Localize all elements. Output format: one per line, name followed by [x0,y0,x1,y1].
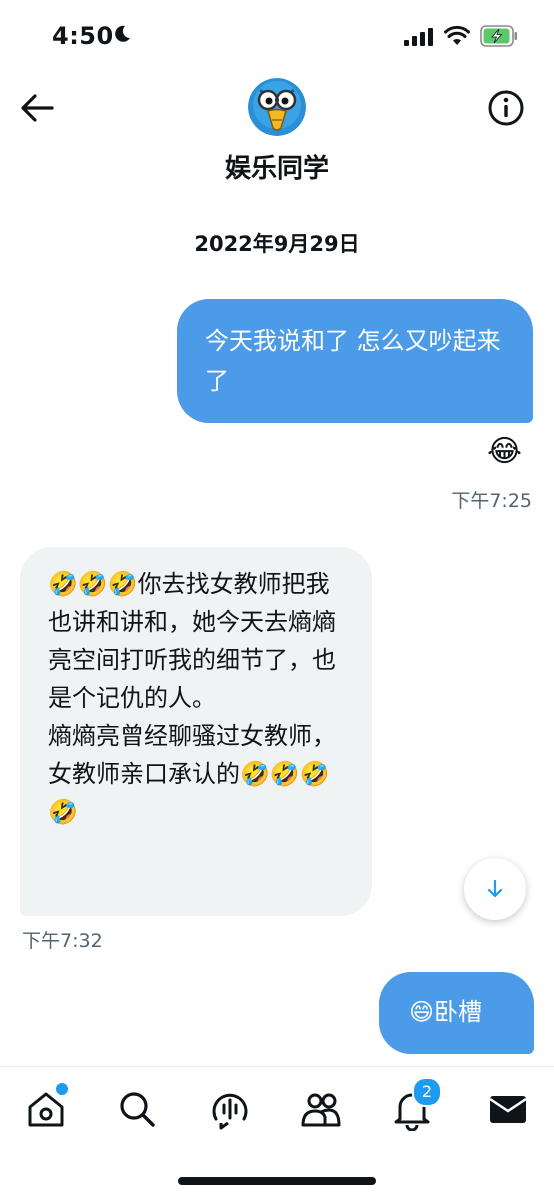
date-separator: 2022年9月29日 [194,232,360,256]
info-icon[interactable] [486,88,526,128]
battery-icon [480,25,517,47]
status-bar: 4:50 [0,0,554,70]
conversation-title: 娱乐同学 [224,154,329,184]
cellular-signal-icon [404,28,433,46]
mail-icon [489,1096,527,1123]
message-reaction[interactable]: 😂 [487,434,522,470]
message-timestamp: 下午7:25 [451,490,532,512]
tab-spaces[interactable] [208,1087,252,1131]
message-bubble-outgoing[interactable]: 😄卧槽 [379,972,534,1054]
arrow-down-icon [487,879,503,898]
message-timestamp: 下午7:32 [22,930,103,952]
message-bubble-incoming[interactable]: 🤣🤣🤣你去找女教师把我也讲和讲和，她今天去熵熵亮空间打听我的细节了，也是个记仇的… [20,547,372,916]
home-indicator[interactable] [178,1177,376,1185]
bird-avatar-icon [248,78,306,136]
notification-dot [54,1081,70,1097]
conversation-header: 娱乐同学 [0,70,554,195]
tab-home[interactable] [24,1081,70,1131]
spaces-icon [212,1093,248,1130]
message-bubble-outgoing[interactable]: 今天我说和了 怎么又吵起来了 [177,299,533,423]
tab-communities[interactable] [299,1087,343,1131]
tab-notifications[interactable]: 2 [390,1077,442,1132]
status-time: 4:50 [52,22,114,50]
scroll-to-bottom-button[interactable] [464,858,526,920]
search-icon [120,1092,155,1127]
moon-icon [115,25,130,42]
avatar[interactable] [248,78,306,136]
notification-count-badge: 2 [412,1077,442,1107]
tab-messages[interactable] [486,1087,530,1131]
wifi-icon [444,25,470,45]
communities-icon [301,1093,341,1127]
back-arrow-icon[interactable] [18,90,58,126]
tab-search[interactable] [115,1087,159,1131]
